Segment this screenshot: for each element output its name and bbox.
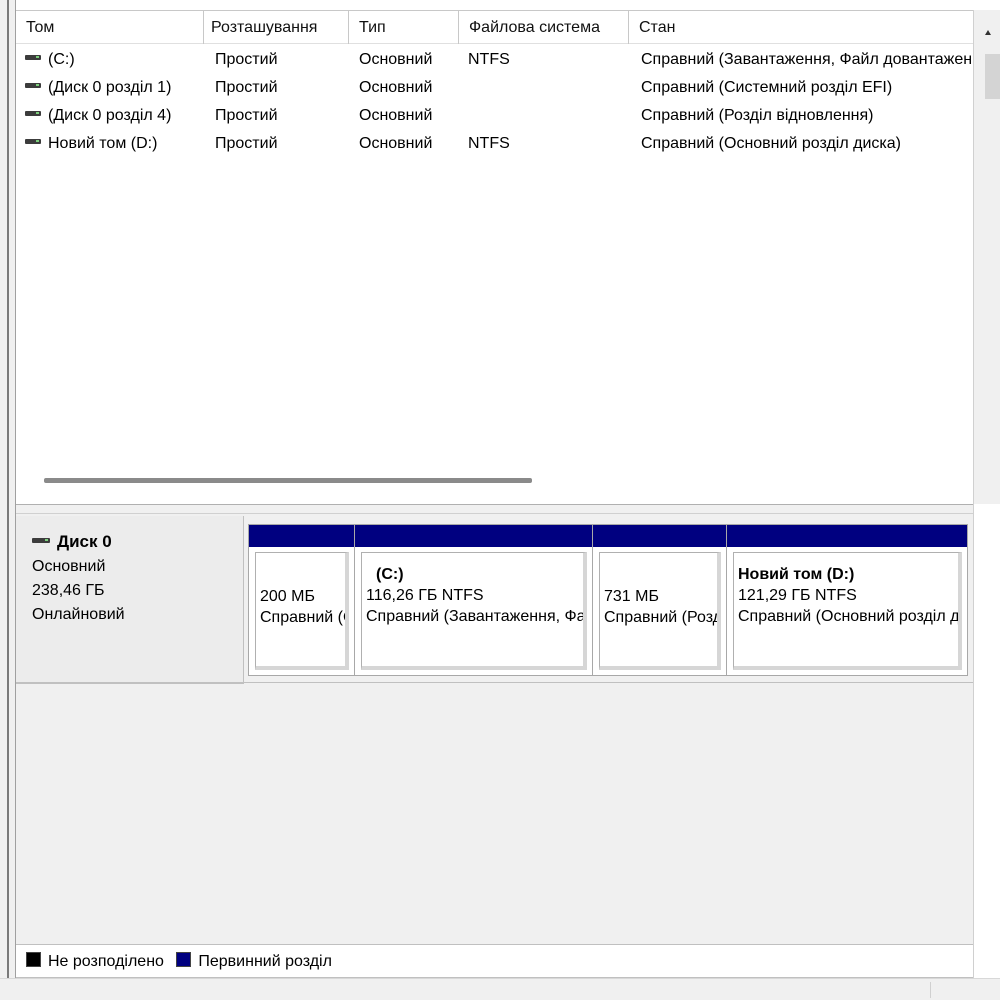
legend-item-unallocated: Не розподілено — [26, 945, 164, 979]
partition-size: 121,29 ГБ NTFS — [738, 587, 857, 604]
vertical-scrollbar-thumb[interactable] — [985, 54, 1000, 99]
volume-filesystem: NTFS — [468, 135, 510, 152]
disk-row-divider — [16, 682, 973, 683]
legend: Не розподілено Первинний розділ — [16, 944, 973, 978]
column-header-type[interactable]: Тип — [349, 11, 459, 44]
volume-type: Основний — [359, 51, 433, 68]
disk-info-box[interactable]: Диск 0 Основний 238,46 ГБ Онлайновий — [16, 516, 244, 684]
disk-drive-icon — [25, 139, 41, 145]
volume-filesystem: NTFS — [468, 51, 510, 68]
pane-splitter[interactable] — [16, 504, 973, 514]
volume-name: Новий том (D:) — [48, 135, 158, 152]
volume-row[interactable]: (C:) Простий Основний NTFS Справний (Зав… — [16, 48, 973, 72]
volume-name-cell: Новий том (D:) — [25, 132, 213, 156]
partition-status: Справний (Основний розділ диска) — [738, 608, 960, 625]
partition-strip: 200 МБ Справний (Системний розділ EFI) (… — [248, 524, 968, 676]
volume-row[interactable]: Новий том (D:) Простий Основний NTFS Спр… — [16, 132, 973, 156]
disk-drive-icon — [32, 538, 50, 544]
column-header-status[interactable]: Стан — [629, 11, 973, 44]
unallocated-swatch — [26, 952, 41, 968]
partition-status: Справний (Завантаження, Файл довантаженн… — [366, 608, 586, 625]
partition-status: Справний (Розділ відновлення) — [604, 609, 721, 626]
volume-row[interactable]: (Диск 0 розділ 4) Простий Основний Справ… — [16, 104, 973, 128]
column-header-volume[interactable]: Том — [16, 11, 204, 44]
partition-c[interactable]: (C:) 116,26 ГБ NTFS Справний (Завантажен… — [355, 525, 593, 675]
volume-name-cell: (C:) — [25, 48, 213, 72]
legend-item-primary: Первинний розділ — [176, 945, 332, 979]
right-panel-edge — [973, 504, 1000, 978]
partition-size: 731 МБ — [604, 588, 659, 605]
volume-filesystem — [468, 104, 633, 128]
disk-drive-icon — [25, 111, 41, 117]
volume-name: (C:) — [48, 51, 75, 68]
vertical-scrollbar[interactable] — [973, 10, 1000, 504]
volume-name-cell: (Диск 0 розділ 4) — [25, 104, 213, 128]
primary-partition-bar — [249, 525, 354, 547]
disk-size: 238,46 ГБ — [32, 582, 105, 599]
disk-type: Основний — [32, 558, 106, 575]
legend-label: Не розподілено — [48, 953, 164, 970]
partition-recovery[interactable]: 731 МБ Справний (Розділ відновлення) — [593, 525, 727, 675]
scroll-up-icon[interactable] — [985, 30, 991, 35]
disk-drive-icon — [25, 55, 41, 61]
primary-swatch — [176, 952, 192, 968]
primary-partition-bar — [727, 525, 967, 547]
disk-state: Онлайновий — [32, 606, 125, 623]
status-bar — [0, 978, 1000, 1000]
partition-body: (C:) 116,26 ГБ NTFS Справний (Завантажен… — [361, 552, 587, 670]
disk-drive-icon — [25, 83, 41, 89]
volume-layout: Простий — [215, 135, 278, 152]
partition-name: (C:) — [376, 566, 404, 583]
volume-type: Основний — [359, 135, 433, 152]
horizontal-scrollbar[interactable] — [16, 473, 973, 487]
column-header-layout[interactable]: Розташування — [204, 11, 349, 44]
partition-body: Новий том (D:) 121,29 ГБ NTFS Справний (… — [733, 552, 962, 670]
volume-layout: Простий — [215, 79, 278, 96]
volume-name: (Диск 0 розділ 1) — [48, 79, 172, 96]
status-bar-separator — [930, 982, 931, 998]
volume-status: Справний (Завантаження, Файл довантаженн… — [641, 51, 973, 68]
volume-layout: Простий — [215, 107, 278, 124]
partition-name: Новий том (D:) — [738, 566, 855, 583]
legend-label: Первинний розділ — [198, 953, 332, 970]
partition-size: 116,26 ГБ NTFS — [366, 587, 484, 604]
volume-status: Справний (Основний розділ диска) — [641, 135, 901, 152]
primary-partition-bar — [355, 525, 592, 547]
volume-name: (Диск 0 розділ 4) — [48, 107, 172, 124]
volume-status: Справний (Розділ відновлення) — [641, 107, 874, 124]
disk-name: Диск 0 — [57, 532, 112, 551]
partition-size: 200 МБ — [260, 588, 315, 605]
disk-map-pane: Диск 0 Основний 238,46 ГБ Онлайновий 200… — [16, 514, 973, 944]
volume-layout: Простий — [215, 51, 278, 68]
partition-body: 731 МБ Справний (Розділ відновлення) — [599, 552, 721, 670]
disk-title-row: Диск 0 — [32, 530, 243, 555]
partition-body: 200 МБ Справний (Системний розділ EFI) — [255, 552, 349, 670]
volume-type: Основний — [359, 79, 433, 96]
primary-partition-bar — [593, 525, 726, 547]
partition-status: Справний (Системний розділ EFI) — [260, 609, 345, 626]
volume-row[interactable]: (Диск 0 розділ 1) Простий Основний Справ… — [16, 76, 973, 100]
partition-d[interactable]: Новий том (D:) 121,29 ГБ NTFS Справний (… — [727, 525, 967, 675]
volume-list-pane: Том Розташування Тип Файлова система Ста… — [16, 10, 973, 504]
volume-name-cell: (Диск 0 розділ 1) — [25, 76, 213, 100]
volume-status: Справний (Системний розділ EFI) — [641, 79, 893, 96]
partition-efi[interactable]: 200 МБ Справний (Системний розділ EFI) — [249, 525, 355, 675]
volume-filesystem — [468, 76, 633, 100]
window-left-edge — [0, 0, 16, 978]
volume-type: Основний — [359, 107, 433, 124]
horizontal-scrollbar-thumb[interactable] — [44, 478, 532, 483]
volume-list-header: Том Розташування Тип Файлова система Ста… — [16, 11, 973, 44]
column-header-filesystem[interactable]: Файлова система — [459, 11, 629, 44]
